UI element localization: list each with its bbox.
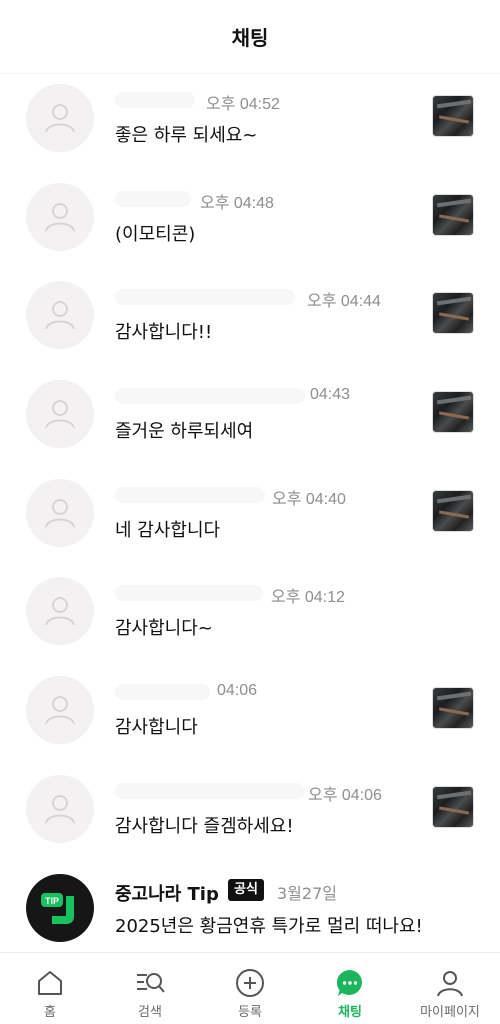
message-time: 04:43 <box>310 386 351 404</box>
tab-search[interactable]: 검색 <box>100 953 200 1024</box>
person-icon <box>45 794 75 824</box>
chat-row[interactable]: 오후 04:52 좋은 하루 되세요~ <box>0 74 500 173</box>
tab-register-label: 등록 <box>238 1005 262 1020</box>
product-thumbnail[interactable] <box>432 193 474 236</box>
search-icon <box>137 973 165 993</box>
plus-circle-icon <box>236 969 264 997</box>
last-message: 감사합니다~ <box>115 618 213 640</box>
product-thumbnail[interactable] <box>432 785 474 828</box>
sender-name-redacted <box>115 486 265 503</box>
tip-date: 3월27일 <box>277 884 337 903</box>
tab-chat[interactable]: 채팅 <box>300 953 400 1024</box>
sender-name-redacted <box>115 190 191 207</box>
avatar[interactable] <box>26 182 94 251</box>
message-time: 오후 04:12 <box>271 589 345 607</box>
product-thumbnail[interactable] <box>432 391 474 434</box>
last-message: 네 감사합니다 <box>115 519 221 541</box>
sender-name-redacted <box>115 289 295 306</box>
sender-name-redacted <box>115 388 305 405</box>
tab-chat-label: 채팅 <box>338 1005 362 1020</box>
message-time: 오후 04:06 <box>308 786 382 804</box>
person-icon <box>45 104 75 133</box>
message-time: 오후 04:48 <box>200 194 274 212</box>
sender-name-redacted <box>115 585 263 602</box>
chat-row[interactable]: 오후 04:12 감사합니다~ <box>0 567 500 666</box>
tab-home-label: 홈 <box>44 1005 56 1020</box>
tab-home[interactable]: 홈 <box>0 953 100 1024</box>
official-badge: 공식 <box>228 879 264 901</box>
message-time: 오후 04:44 <box>307 293 381 311</box>
chat-row[interactable]: 오후 04:44 감사합니다!! <box>0 271 500 370</box>
last-message: (이모티콘) <box>115 223 196 245</box>
person-icon <box>45 202 75 232</box>
product-thumbnail[interactable] <box>432 489 474 532</box>
tab-mypage[interactable]: 마이페이지 <box>400 953 500 1024</box>
product-thumbnail[interactable] <box>432 687 474 730</box>
last-message: 즐거운 하루되세여 <box>115 421 254 443</box>
last-message: 좋은 하루 되세요~ <box>115 125 258 146</box>
chat-row[interactable]: 오후 04:40 네 감사합니다 <box>0 469 500 568</box>
chat-bubble-icon <box>336 969 362 996</box>
avatar[interactable] <box>26 380 94 449</box>
tip-last-message: 2025년은 황금연휴 특가로 멀리 떠나요! <box>115 916 423 937</box>
chat-row[interactable]: 04:43 즐거운 하루되세여 <box>0 370 500 469</box>
avatar[interactable] <box>26 84 94 152</box>
message-time: 오후 04:52 <box>206 96 280 113</box>
person-icon <box>45 400 75 429</box>
avatar[interactable] <box>26 577 94 646</box>
last-message: 감사합니다 즐겜하세요! <box>115 815 294 837</box>
tab-mypage-label: 마이페이지 <box>420 1005 480 1020</box>
page-title: 채팅 <box>231 26 269 50</box>
avatar[interactable] <box>26 774 94 843</box>
product-thumbnail[interactable] <box>432 95 474 137</box>
chat-row[interactable]: 04:06 감사합니다 <box>0 666 500 765</box>
top-header: 채팅 <box>0 0 500 74</box>
chat-row[interactable]: 오후 04:06 감사합니다 즐겜하세요! <box>0 765 500 864</box>
tip-logo-text: TIP <box>45 896 59 906</box>
product-thumbnail[interactable] <box>432 292 474 335</box>
tab-register[interactable]: 등록 <box>200 953 300 1024</box>
sender-name-redacted <box>115 92 195 108</box>
sender-name-redacted <box>115 684 210 701</box>
chat-row[interactable]: 오후 04:48 (이모티콘) <box>0 173 500 272</box>
chat-list[interactable]: 오후 04:52 좋은 하루 되세요~ 오후 04:48 (이모티콘) 오후 0… <box>0 74 500 864</box>
last-message: 감사합니다 <box>115 717 198 739</box>
avatar[interactable] <box>26 676 94 745</box>
avatar[interactable] <box>26 478 94 547</box>
message-time: 오후 04:40 <box>272 490 346 508</box>
person-icon <box>45 301 75 330</box>
home-icon <box>38 971 62 995</box>
tab-search-label: 검색 <box>138 1005 162 1020</box>
tip-sender-name: 중고나라 Tip <box>115 884 219 905</box>
person-icon <box>45 597 75 626</box>
sender-name-redacted <box>115 782 305 799</box>
bottom-tab-bar: 홈 검색 등록 채팅 마이페이지 <box>0 952 500 1024</box>
last-message: 감사합니다!! <box>115 322 213 344</box>
tip-logo-icon: TIP <box>41 893 74 924</box>
person-icon <box>45 696 75 725</box>
official-tip-chat-row[interactable]: TIP 중고나라 Tip 공식 3월27일 2025년은 황금연휴 특가로 멀리… <box>0 864 500 954</box>
avatar[interactable] <box>26 281 94 350</box>
message-time: 04:06 <box>217 682 258 700</box>
junggonara-tip-logo[interactable]: TIP <box>26 874 94 942</box>
person-icon <box>437 971 463 997</box>
person-icon <box>45 498 75 528</box>
